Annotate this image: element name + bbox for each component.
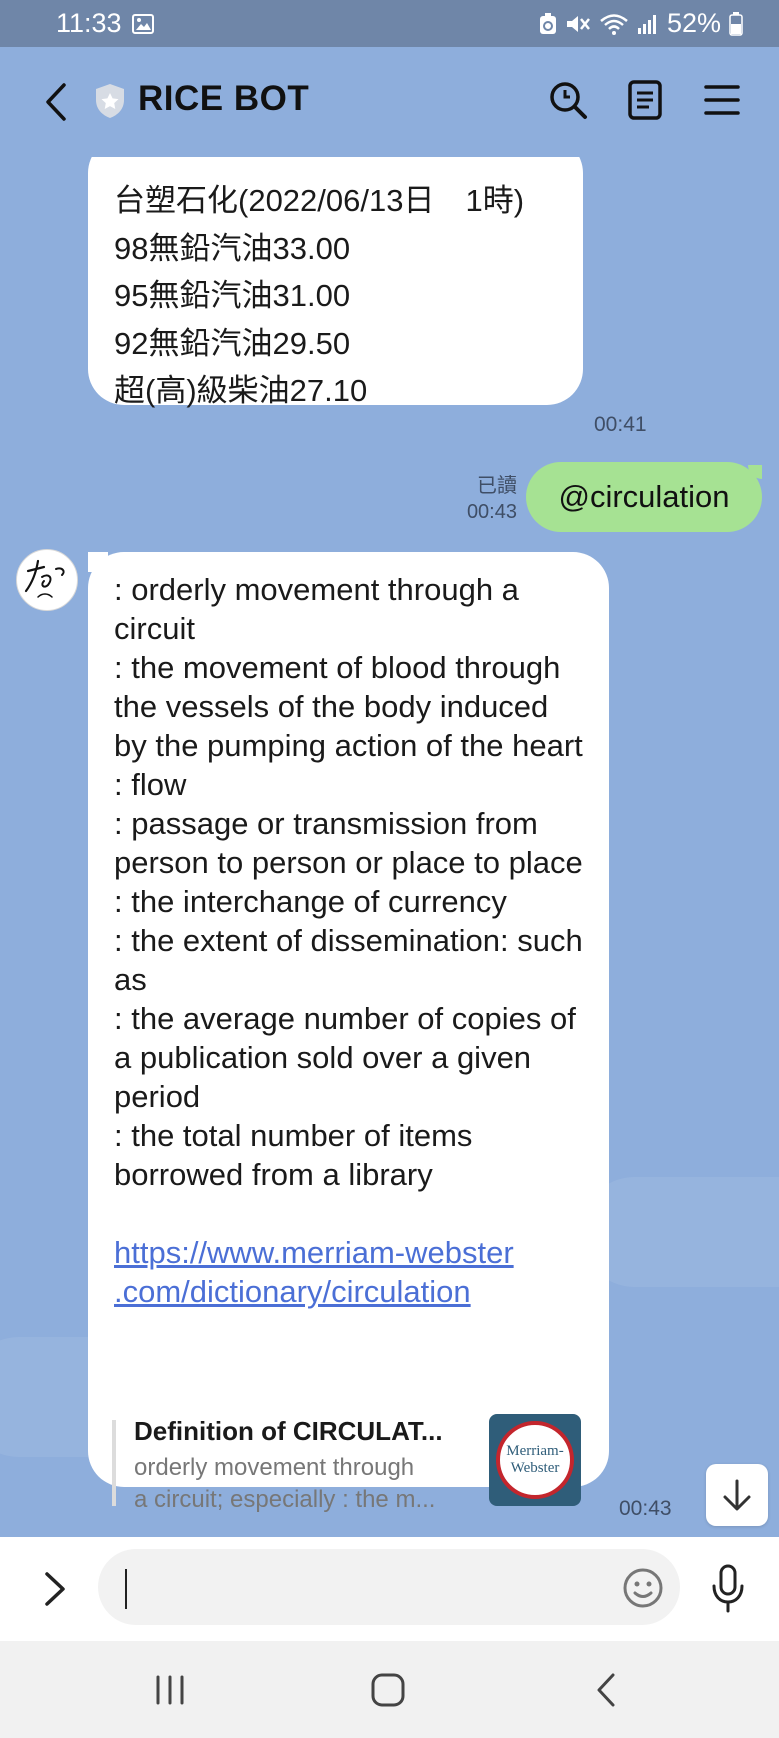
notes-button[interactable] xyxy=(622,77,668,123)
message-input-bar xyxy=(0,1537,779,1641)
back-button[interactable] xyxy=(38,79,74,125)
hamburger-menu-icon xyxy=(704,85,740,115)
system-back-icon xyxy=(597,1673,615,1707)
system-navigation-bar xyxy=(0,1641,779,1738)
notes-icon xyxy=(628,80,662,120)
gallery-notification-icon xyxy=(131,13,154,34)
preview-description: orderly movement through a circuit; espe… xyxy=(134,1452,464,1516)
recent-apps-icon xyxy=(156,1675,184,1705)
message-timestamp: 00:41 xyxy=(594,413,647,436)
scroll-to-bottom-button[interactable] xyxy=(706,1464,768,1526)
bot-avatar[interactable] xyxy=(16,549,78,611)
merriam-webster-logo: Merriam- Webster xyxy=(489,1414,581,1506)
avatar-handwriting-icon xyxy=(24,559,65,598)
text-cursor xyxy=(125,1569,127,1609)
outgoing-message[interactable]: @circulation xyxy=(526,462,762,532)
search-button[interactable] xyxy=(545,77,591,123)
status-right: 52% xyxy=(539,8,743,39)
status-time: 11:33 xyxy=(56,8,122,38)
preview-description-line: a circuit; especially : the m... xyxy=(134,1486,436,1513)
microphone-icon xyxy=(712,1564,744,1613)
incoming-message-fuel-prices[interactable]: 台塑石化(2022/06/13日 1時) 98無鉛汽油33.00 95無鉛汽油3… xyxy=(88,157,583,408)
message-timestamp: 00:43 xyxy=(619,1497,672,1520)
recent-apps-button[interactable] xyxy=(140,1669,200,1711)
preview-description-line: orderly movement through xyxy=(134,1454,415,1481)
message-line: 95無鉛汽油31.00 xyxy=(114,278,351,313)
wifi-icon xyxy=(599,13,629,35)
expand-actions-button[interactable] xyxy=(38,1567,72,1611)
logo-ring: Merriam- Webster xyxy=(496,1421,574,1499)
battery-icon xyxy=(729,11,743,36)
status-bar: 11:33 52% xyxy=(0,0,779,47)
message-timestamp: 00:43 xyxy=(466,501,517,523)
message-line: 92無鉛汽油29.50 xyxy=(114,325,351,361)
message-line: 超(高)級柴油27.10 xyxy=(114,373,368,408)
mute-icon xyxy=(565,13,591,35)
outgoing-message-text: @circulation xyxy=(558,479,730,514)
chevron-left-icon xyxy=(46,83,66,121)
logo-text: Merriam- xyxy=(506,1443,564,1459)
read-receipt: 已讀 00:43 xyxy=(467,473,517,525)
status-left: 11:33 xyxy=(56,8,154,39)
incoming-message-definition[interactable]: : orderly movement through a circuit : t… xyxy=(88,552,609,1513)
sync-icon xyxy=(539,12,557,35)
chevron-right-icon xyxy=(45,1572,65,1606)
menu-button[interactable] xyxy=(699,77,745,123)
voice-button[interactable] xyxy=(706,1561,750,1617)
message-input[interactable] xyxy=(98,1549,680,1625)
official-shield-icon xyxy=(94,83,126,124)
arrow-down-icon xyxy=(723,1479,751,1511)
preview-title: Definition of CIRCULAT... xyxy=(134,1416,443,1446)
dictionary-link[interactable]: https://www.merriam-webster .com/diction… xyxy=(114,1233,587,1311)
home-button[interactable] xyxy=(358,1669,418,1711)
chat-title: RICE BOT xyxy=(138,79,310,118)
emoji-icon xyxy=(623,1568,663,1608)
system-back-button[interactable] xyxy=(576,1669,636,1711)
battery-percent: 52% xyxy=(666,8,721,38)
logo-text: Webster xyxy=(510,1460,560,1476)
emoji-button[interactable] xyxy=(620,1565,666,1611)
chat-area[interactable]: 台塑石化(2022/06/13日 1時) 98無鉛汽油33.00 95無鉛汽油3… xyxy=(0,157,779,1537)
chat-header: RICE BOT xyxy=(0,47,779,157)
message-line: 98無鉛汽油33.00 xyxy=(114,230,351,266)
home-icon xyxy=(371,1673,405,1707)
definition-text: : orderly movement through a circuit : t… xyxy=(114,572,583,1192)
link-preview-card[interactable]: Definition of CIRCULAT... orderly moveme… xyxy=(112,1412,586,1513)
signal-icon xyxy=(637,14,659,34)
background-cloud xyxy=(580,1177,779,1287)
message-line: 台塑石化(2022/06/13日 1時) xyxy=(114,183,525,218)
search-icon xyxy=(550,82,587,119)
preview-divider xyxy=(112,1420,116,1506)
read-label: 已讀 xyxy=(477,475,517,497)
